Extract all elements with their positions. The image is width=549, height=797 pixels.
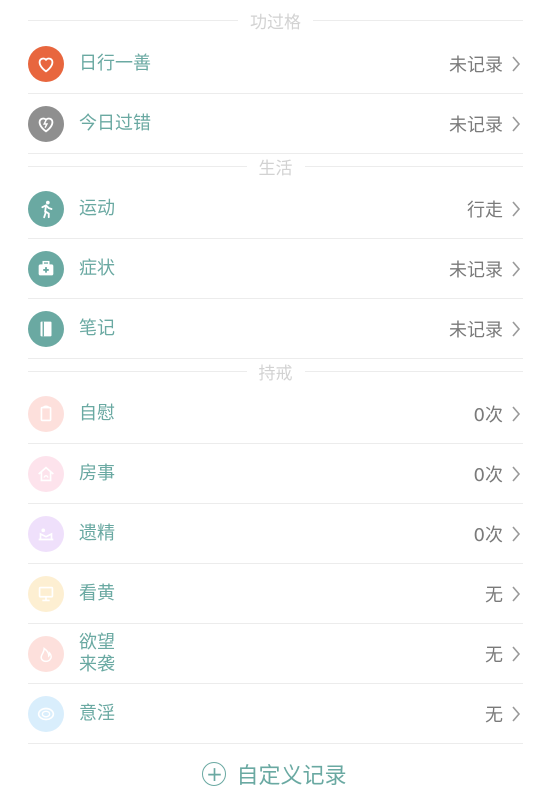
row-desire-attack[interactable]: 欲望 来袭 无 [28, 624, 523, 684]
chevron-right-icon [512, 465, 521, 482]
chevron-right-icon [512, 115, 521, 132]
chevron-right-icon [512, 525, 521, 542]
row-label: 笔记 [79, 317, 115, 339]
row-notes[interactable]: 笔记 未记录 [28, 299, 523, 359]
row-value: 未记录 [449, 114, 503, 136]
section-header-life: 生活 [28, 156, 523, 179]
row-label: 欲望 来袭 [79, 631, 115, 675]
row-label: 日行一善 [79, 52, 151, 74]
notebook-icon [28, 310, 64, 347]
row-value: 无 [485, 584, 503, 606]
row-label: 自慰 [79, 402, 115, 424]
row-lustful-thoughts[interactable]: 意淫 无 [28, 684, 523, 744]
running-icon [28, 190, 64, 227]
row-label: 今日过错 [79, 112, 151, 134]
chevron-right-icon [512, 645, 521, 662]
row-value: 未记录 [449, 319, 503, 341]
chevron-right-icon [512, 320, 521, 337]
row-value: 无 [485, 644, 503, 666]
row-label: 运动 [79, 197, 115, 219]
row-intercourse[interactable]: 房事 0次 [28, 444, 523, 504]
chevron-right-icon [512, 705, 521, 722]
row-value: 0次 [473, 524, 503, 546]
thought-icon [28, 695, 64, 732]
row-nocturnal-emission[interactable]: 遗精 0次 [28, 504, 523, 564]
section-header-merit: 功过格 [28, 10, 523, 33]
row-label: 看黄 [79, 582, 115, 604]
row-label: 房事 [79, 462, 115, 484]
monitor-icon [28, 575, 64, 612]
row-value: 0次 [473, 404, 503, 426]
broken-heart-icon [28, 105, 64, 142]
row-label: 遗精 [79, 522, 115, 544]
row-daily-good-deed[interactable]: 日行一善 未记录 [28, 34, 523, 94]
row-value: 无 [485, 704, 503, 726]
house-icon [28, 455, 64, 492]
row-label: 症状 [79, 257, 115, 279]
plus-icon: + [202, 762, 227, 786]
row-daily-mistake[interactable]: 今日过错 未记录 [28, 94, 523, 154]
section-title: 持戒 [258, 363, 293, 384]
row-masturbation[interactable]: 自慰 0次 [28, 384, 523, 444]
medical-kit-icon [28, 250, 64, 287]
row-exercise[interactable]: 运动 行走 [28, 179, 523, 239]
custom-record-label: 自定义记录 [236, 764, 347, 789]
section-header-precepts: 持戒 [28, 361, 523, 384]
chevron-right-icon [512, 55, 521, 72]
row-porn[interactable]: 看黄 无 [28, 564, 523, 624]
row-value: 未记录 [449, 54, 503, 76]
chevron-right-icon [512, 585, 521, 602]
row-value: 行走 [467, 199, 503, 221]
chevron-right-icon [512, 260, 521, 277]
row-label: 意淫 [79, 702, 115, 724]
tissue-icon [28, 395, 64, 432]
chevron-right-icon [512, 200, 521, 217]
section-title: 功过格 [250, 12, 301, 33]
chevron-right-icon [512, 405, 521, 422]
row-symptoms[interactable]: 症状 未记录 [28, 239, 523, 299]
section-title: 生活 [258, 158, 293, 179]
heart-icon [28, 45, 64, 82]
flame-icon [28, 635, 64, 672]
row-value: 未记录 [449, 259, 503, 281]
bed-icon [28, 515, 64, 552]
row-value: 0次 [473, 464, 503, 486]
custom-record-button[interactable]: + 自定义记录 [0, 755, 549, 793]
